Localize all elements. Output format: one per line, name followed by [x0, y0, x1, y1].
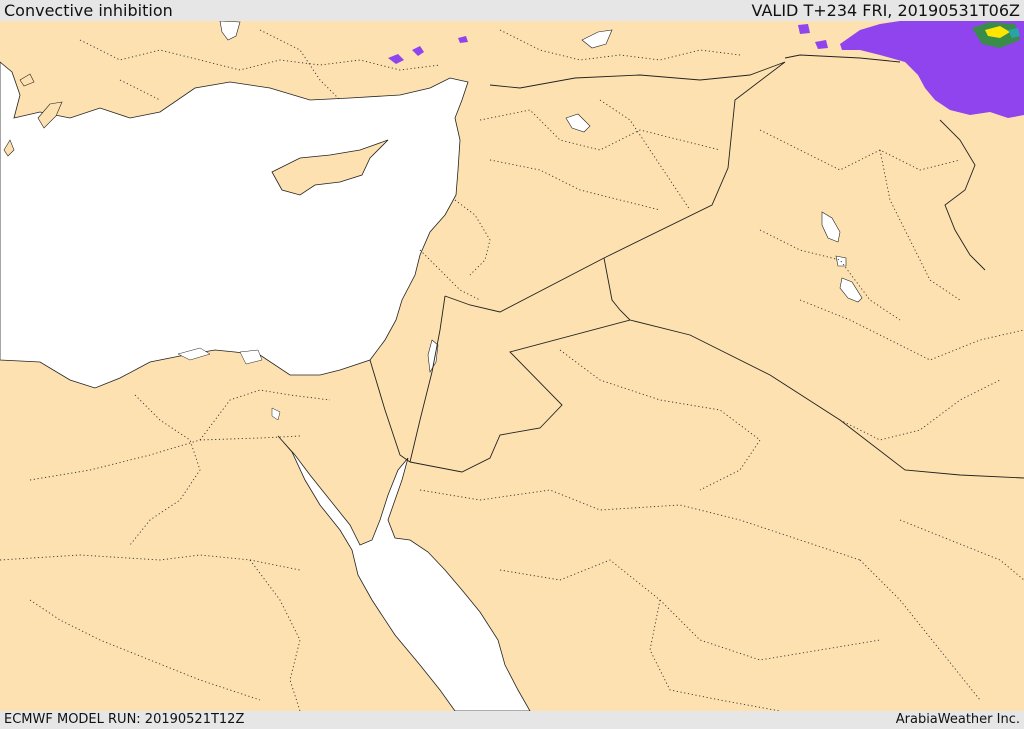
credit-text: ArabiaWeather Inc.: [895, 712, 1020, 727]
weather-map: [0, 21, 1024, 711]
footer-bar: ECMWF MODEL RUN: 20190521T12Z ArabiaWeat…: [0, 711, 1024, 729]
model-run: ECMWF MODEL RUN: 20190521T12Z: [4, 712, 245, 727]
valid-time: VALID T+234 FRI, 20190531T06Z: [751, 1, 1020, 20]
header-bar: Convective inhibition VALID T+234 FRI, 2…: [0, 0, 1024, 21]
lake-habbaniyah: [835, 255, 847, 267]
cin-patch-4: [798, 24, 810, 34]
map-title: Convective inhibition: [4, 1, 173, 20]
